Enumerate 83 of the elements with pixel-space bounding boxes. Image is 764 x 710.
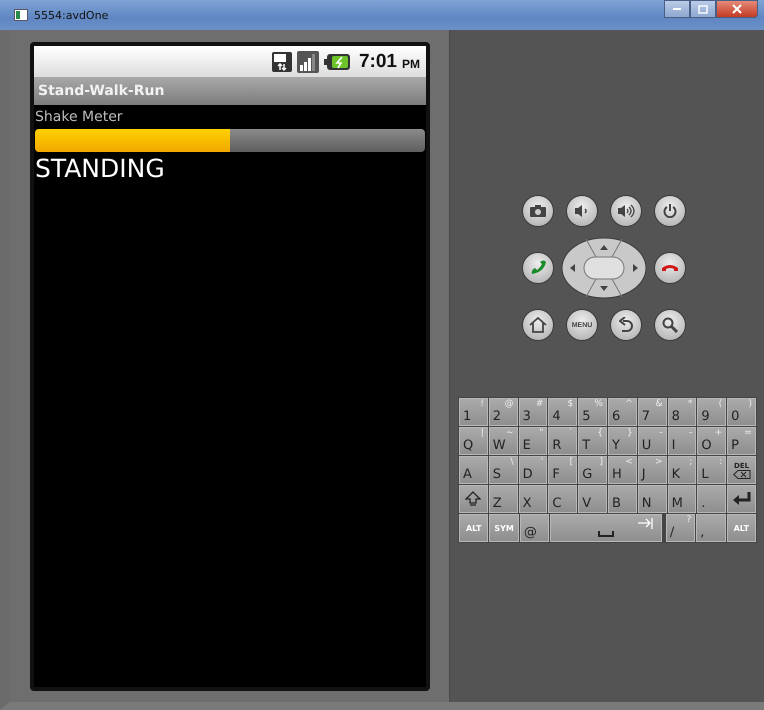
camera-icon: [530, 205, 546, 217]
keyboard-key[interactable]: 7 &: [638, 398, 667, 426]
keyboard-key[interactable]: N: [638, 485, 667, 513]
signal-icon: [296, 50, 319, 72]
clock-time: 7:01: [358, 50, 397, 72]
keyboard-key[interactable]: W ~: [488, 427, 518, 455]
backspace-icon: [732, 470, 751, 478]
network-3g-icon: [272, 52, 292, 72]
minimize-icon: [672, 7, 682, 11]
home-icon: [529, 317, 547, 333]
keyboard-key[interactable]: X: [518, 485, 548, 513]
keyboard-key[interactable]: Y }: [608, 427, 637, 455]
keyboard-key[interactable]: C: [548, 485, 578, 513]
keyboard-key[interactable]: H <: [608, 456, 637, 484]
keyboard-key[interactable]: G ]: [578, 456, 607, 484]
keyboard-key[interactable]: 8 *: [668, 398, 696, 426]
phone-icon: [530, 260, 546, 276]
maximize-icon: [698, 4, 708, 14]
keyboard-key[interactable]: S \: [488, 456, 518, 484]
phone-hangup-icon: [661, 264, 679, 272]
camera-button[interactable]: [522, 195, 554, 227]
enter-icon: [732, 491, 752, 507]
search-icon: [662, 317, 678, 333]
keyboard-key[interactable]: K ;: [668, 456, 696, 484]
keyboard-key[interactable]: J >: [638, 456, 667, 484]
keyboard-key[interactable]: Q |: [459, 427, 488, 455]
volume-up-button[interactable]: [610, 195, 642, 227]
keyboard-key[interactable]: L :: [697, 456, 726, 484]
end-call-button[interactable]: [654, 252, 686, 284]
space-icon: [598, 531, 614, 537]
keyboard-key[interactable]: 6 ^: [608, 398, 637, 426]
keyboard-key[interactable]: / ?: [666, 514, 696, 542]
back-button[interactable]: [610, 309, 642, 341]
keyboard-key[interactable]: U -: [638, 427, 667, 455]
keyboard-key[interactable]: 3 #: [518, 398, 548, 426]
keyboard-key[interactable]: I -: [668, 427, 696, 455]
keyboard-key[interactable]: .: [697, 485, 726, 513]
activity-state: STANDING: [35, 154, 166, 183]
keyboard-key[interactable]: 1 !: [459, 398, 488, 426]
keyboard-key[interactable]: 0 ): [727, 398, 756, 426]
keyboard-key[interactable]: O +: [697, 427, 726, 455]
keyboard-key[interactable]: Z: [488, 485, 518, 513]
keyboard-key[interactable]: 4 $: [548, 398, 578, 426]
keyboard-key[interactable]: 2 @: [488, 398, 518, 426]
keyboard-key[interactable]: D ': [518, 456, 548, 484]
keyboard-key[interactable]: [459, 485, 488, 513]
clock-period: PM: [402, 57, 420, 71]
close-icon: [732, 4, 742, 14]
keyboard-key[interactable]: F [: [548, 456, 578, 484]
keyboard-key[interactable]: B: [608, 485, 637, 513]
keyboard-key[interactable]: 9 (: [697, 398, 726, 426]
keyboard-key[interactable]: ALT: [459, 514, 488, 542]
keyboard-key[interactable]: P =: [727, 427, 756, 455]
keyboard-key[interactable]: T {: [578, 427, 607, 455]
keyboard-key[interactable]: M: [668, 485, 696, 513]
battery-icon: [324, 54, 350, 70]
keyboard-key[interactable]: R `: [548, 427, 578, 455]
keyboard-key[interactable]: ,: [696, 514, 726, 542]
power-icon: [663, 204, 677, 218]
keyboard-key[interactable]: ALT: [726, 514, 756, 542]
volume-down-button[interactable]: [566, 195, 598, 227]
search-button[interactable]: [654, 309, 686, 341]
keyboard-key[interactable]: @: [520, 514, 550, 542]
keyboard-key[interactable]: 5 %: [578, 398, 607, 426]
speaker-loud-icon: [617, 204, 635, 218]
power-button[interactable]: [654, 195, 686, 227]
window-title: 5554:avdOne: [34, 8, 108, 22]
meter-label: Shake Meter: [35, 108, 124, 127]
home-button[interactable]: [522, 309, 554, 341]
shift-icon: [465, 491, 482, 507]
back-icon: [619, 317, 633, 333]
dpad[interactable]: [561, 237, 647, 299]
keyboard-key[interactable]: E ": [518, 427, 548, 455]
keyboard-key[interactable]: A: [459, 456, 488, 484]
maximize-button[interactable]: [690, 0, 716, 18]
close-button[interactable]: [716, 0, 758, 18]
keyboard-key[interactable]: [727, 485, 756, 513]
app-title: Stand-Walk-Run: [38, 83, 164, 99]
window-icon: [14, 9, 28, 21]
call-button[interactable]: [522, 252, 554, 284]
minimize-button[interactable]: [664, 0, 690, 18]
tab-arrow-icon: [638, 518, 653, 529]
keyboard-key[interactable]: V: [578, 485, 607, 513]
